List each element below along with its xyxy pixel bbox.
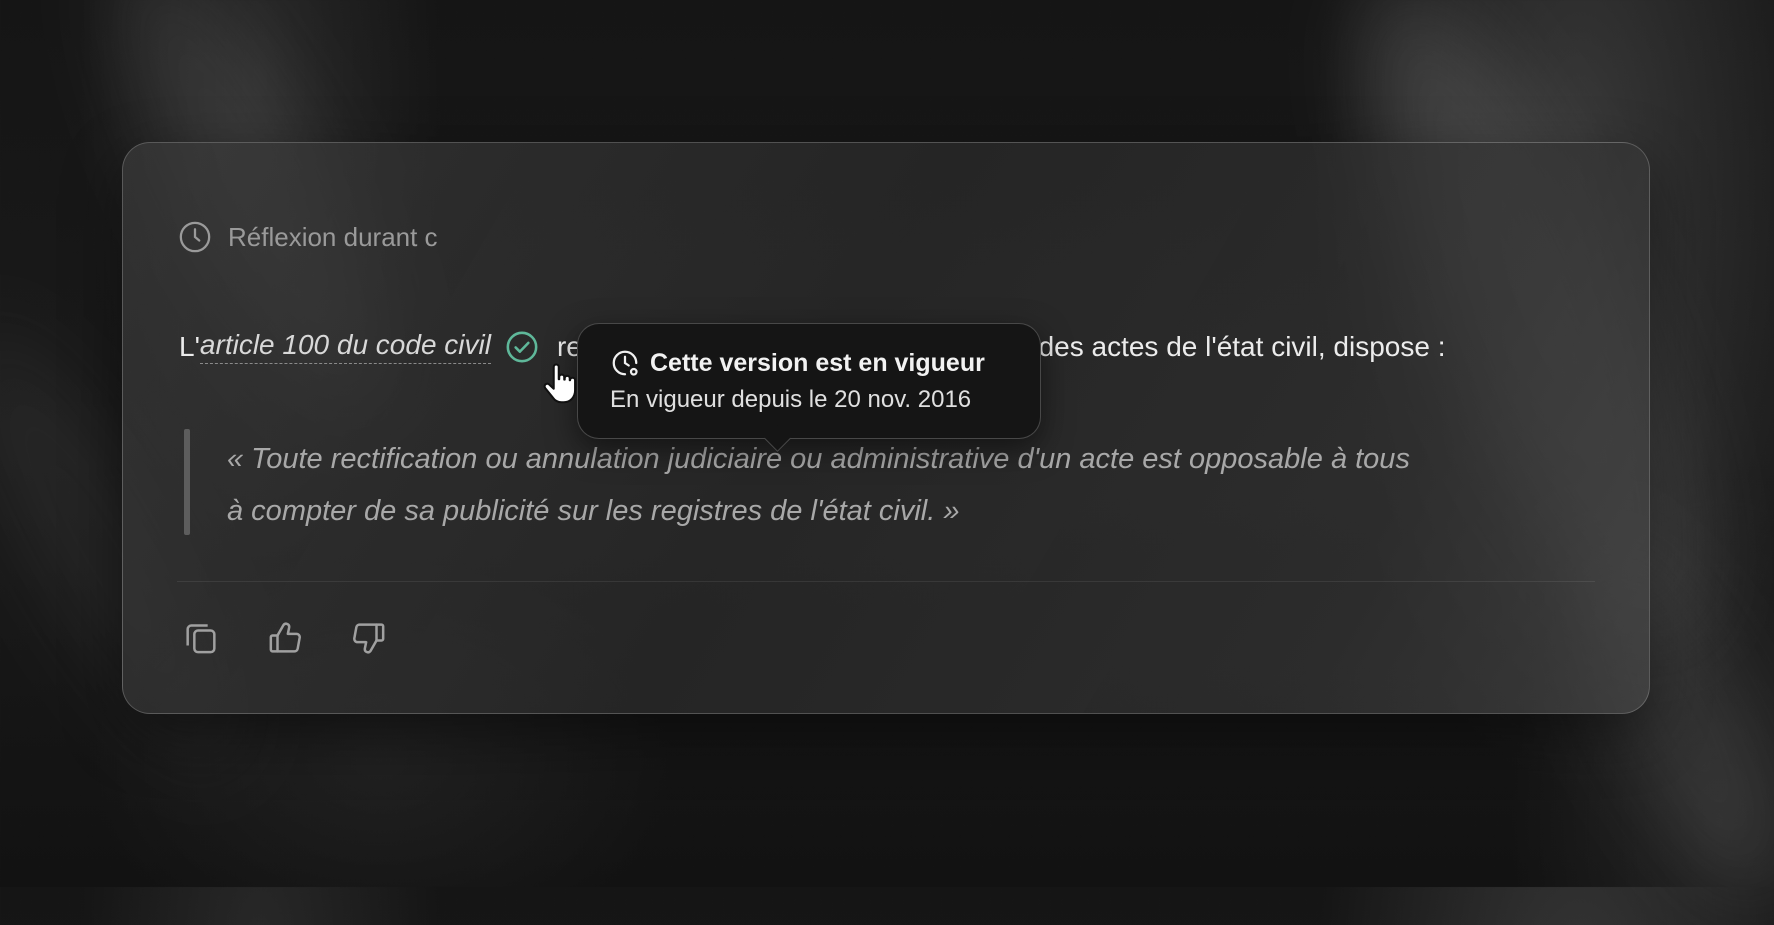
blockquote-bar (184, 429, 190, 535)
divider (177, 581, 1595, 582)
blockquote: « Toute rectification ou annulation judi… (227, 433, 1627, 537)
quote-line: à compter de sa publicité sur les regist… (227, 495, 960, 527)
assistant-message-card: Réflexion durant c L' article 100 du cod… (122, 142, 1650, 714)
message-actions (179, 616, 431, 660)
tooltip-subtitle: En vigueur depuis le 20 nov. 2016 (610, 386, 972, 413)
clock-icon (179, 221, 211, 253)
clock-check-icon (612, 350, 638, 376)
copy-icon (186, 624, 216, 654)
verified-check-icon[interactable] (505, 330, 539, 364)
tooltip-title: Cette version est en vigueur (650, 348, 985, 377)
pointer-hand-cursor-icon (543, 363, 577, 404)
article-link[interactable]: article 100 du code civil (199, 329, 491, 364)
quote-line: « Toute rectification ou annulation judi… (227, 443, 1410, 475)
reflexion-label: Réflexion durant c (228, 221, 438, 252)
thumbs-down-button[interactable] (347, 616, 391, 660)
version-tooltip: Cette version est en vigueur En vigueur … (577, 323, 1041, 439)
thumbs-up-icon (269, 622, 301, 653)
thumbs-down-icon (353, 623, 385, 654)
copy-button[interactable] (179, 616, 223, 660)
thumbs-up-button[interactable] (263, 616, 307, 660)
message-prefix: L' (179, 331, 200, 362)
reflexion-toggle[interactable]: Réflexion durant c (178, 217, 438, 257)
tooltip-title-row: Cette version est en vigueur (610, 346, 1040, 380)
